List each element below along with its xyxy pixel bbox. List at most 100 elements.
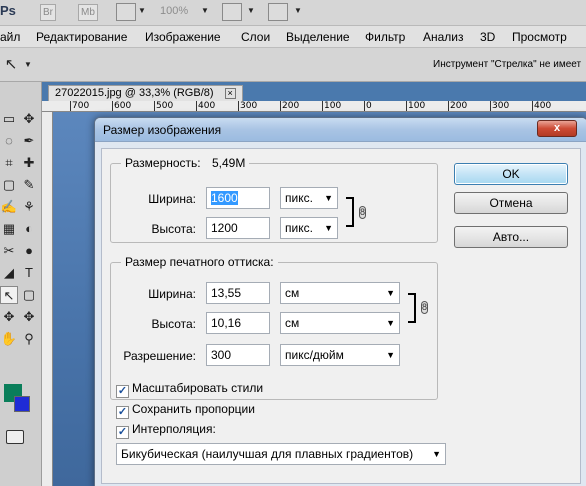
chevron-down-icon[interactable]: ▼ [294,6,302,15]
menu-3d[interactable]: 3D [480,30,495,44]
ruler-tick: 300 [238,101,258,111]
chevron-down-icon[interactable]: ▼ [138,6,146,15]
close-button[interactable]: x [537,120,577,137]
menu-filter[interactable]: Фильтр [365,30,405,44]
extras-button[interactable] [116,3,136,21]
history-brush-tool-icon[interactable]: ⚘ [20,198,38,216]
ok-button[interactable]: OK [454,163,568,185]
doc-height-label: Высота: [151,317,196,331]
pixel-width-label: Ширина: [148,192,196,206]
pixel-dimensions-label: Размерность: [125,156,201,170]
screen-mode-button[interactable] [268,3,288,21]
pixel-constrain-bracket [346,197,354,227]
eyedropper-tool-icon[interactable]: ✚ [20,154,38,172]
ruler-tick: 400 [532,101,552,111]
eraser-tool-icon[interactable]: ▦ [0,220,18,238]
dodge-tool-icon[interactable]: ● [20,242,38,260]
chevron-down-icon: ▼ [324,223,333,233]
hand-tool-icon[interactable]: ✋ [0,330,18,348]
lasso-tool-icon[interactable]: ◌ [0,132,18,150]
auto-button[interactable]: Авто... [454,226,568,248]
healing-tool-icon[interactable]: ▢ [0,176,18,194]
quick-mask-button[interactable] [6,430,24,444]
menu-layer[interactable]: Слои [241,30,270,44]
document-tab[interactable]: 27022015.jpg @ 33,3% (RGB/8) × [48,85,243,101]
menu-select[interactable]: Выделение [286,30,350,44]
ruler-tick: 100 [406,101,426,111]
chevron-down-icon[interactable]: ▼ [247,6,255,15]
gradient-tool-icon[interactable]: ◐ [20,220,38,238]
chevron-down-icon: ▼ [386,350,395,360]
options-bar: ↖ ▼ Инструмент "Стрелка" не имеет [0,48,586,82]
pixel-dimensions-size: 5,49M [211,156,246,170]
magic-wand-tool-icon[interactable]: ✒ [20,132,38,150]
ruler-tick: 600 [112,101,132,111]
clone-stamp-tool-icon[interactable]: ✍ [0,198,18,216]
chevron-down-icon[interactable]: ▼ [201,6,209,15]
pixel-width-input[interactable]: 1600 [206,187,270,209]
shape-tool-icon[interactable]: ▢ [20,286,38,304]
zoom-tool-icon[interactable]: ⚲ [20,330,38,348]
constrain-proportions-checkbox[interactable]: ✓ Сохранить пропорции [116,402,255,419]
doc-height-input[interactable]: 10,16 [206,312,270,334]
menu-edit[interactable]: Редактирование [36,30,127,44]
scale-styles-checkbox[interactable]: ✓ Масштабировать стили [116,381,264,398]
ruler-tick: 300 [490,101,510,111]
background-color-swatch[interactable] [14,396,30,412]
mini-bridge-button[interactable]: Mb [78,4,98,21]
crop-tool-icon[interactable]: ⌗ [0,154,18,172]
tool-hint-text: Инструмент "Стрелка" не имеет [433,59,582,70]
arrow-tool-icon[interactable]: ↖ [2,56,20,74]
3d-rotate-tool-icon[interactable]: ✥ [0,308,18,326]
doc-width-label: Ширина: [148,287,196,301]
zoom-level[interactable]: 100% [160,5,188,17]
checkbox-check-icon: ✓ [116,406,129,419]
pixel-height-label: Высота: [151,222,196,236]
move-tool-icon[interactable]: ✥ [20,110,38,128]
chain-link-icon: 8 [421,301,428,314]
ruler-tick: 400 [196,101,216,111]
pixel-height-unit-select[interactable]: пикс. ▼ [280,217,338,239]
menu-image[interactable]: Изображение [145,30,221,44]
dialog-titlebar[interactable]: Размер изображения x [95,118,586,142]
pixel-width-unit-select[interactable]: пикс. ▼ [280,187,338,209]
menu-analysis[interactable]: Анализ [423,30,464,44]
doc-width-unit-select[interactable]: см ▼ [280,282,400,304]
chevron-down-icon: ▼ [432,449,441,459]
close-icon[interactable]: × [224,87,236,99]
blur-tool-icon[interactable]: ✂ [0,242,18,260]
pixel-height-input[interactable]: 1200 [206,217,270,239]
bridge-button[interactable]: Br [40,4,56,21]
doc-width-input[interactable]: 13,55 [206,282,270,304]
cancel-button[interactable]: Отмена [454,192,568,214]
arrange-documents-button[interactable] [222,3,242,21]
ruler-tick: 0 [364,101,372,111]
chain-link-icon: 8 [359,206,366,219]
brush-tool-icon[interactable]: ✎ [20,176,38,194]
menu-file[interactable]: айл [0,30,20,44]
document-tab-title: 27022015.jpg @ 33,3% (RGB/8) [55,87,214,99]
chevron-down-icon: ▼ [386,318,395,328]
checkbox-check-icon: ✓ [116,426,129,439]
constrain-proportions-label: Сохранить пропорции [132,402,255,416]
ruler-tick: 100 [322,101,342,111]
resample-checkbox[interactable]: ✓ Интерполяция: [116,422,216,439]
marquee-tool-icon[interactable]: ▭ [0,110,18,128]
menu-view[interactable]: Просмотр [512,30,567,44]
path-selection-tool-icon[interactable]: ↖ [0,286,18,304]
chevron-down-icon[interactable]: ▼ [24,60,32,69]
chevron-down-icon: ▼ [324,193,333,203]
3d-orbit-tool-icon[interactable]: ✥ [20,308,38,326]
type-tool-icon[interactable]: T [20,264,38,282]
pen-tool-icon[interactable]: ◢ [0,264,18,282]
vertical-ruler [42,112,53,486]
interpolation-select[interactable]: Бикубическая (наилучшая для плавных град… [116,443,446,465]
resolution-input[interactable]: 300 [206,344,270,366]
ruler-tick: 200 [448,101,468,111]
scale-styles-label: Масштабировать стили [132,381,264,395]
ruler-tick: 500 [154,101,174,111]
photoshop-logo: Ps [0,3,16,18]
doc-height-unit-select[interactable]: см ▼ [280,312,400,334]
resolution-unit-select[interactable]: пикс/дюйм ▼ [280,344,400,366]
doc-constrain-bracket [408,293,416,323]
